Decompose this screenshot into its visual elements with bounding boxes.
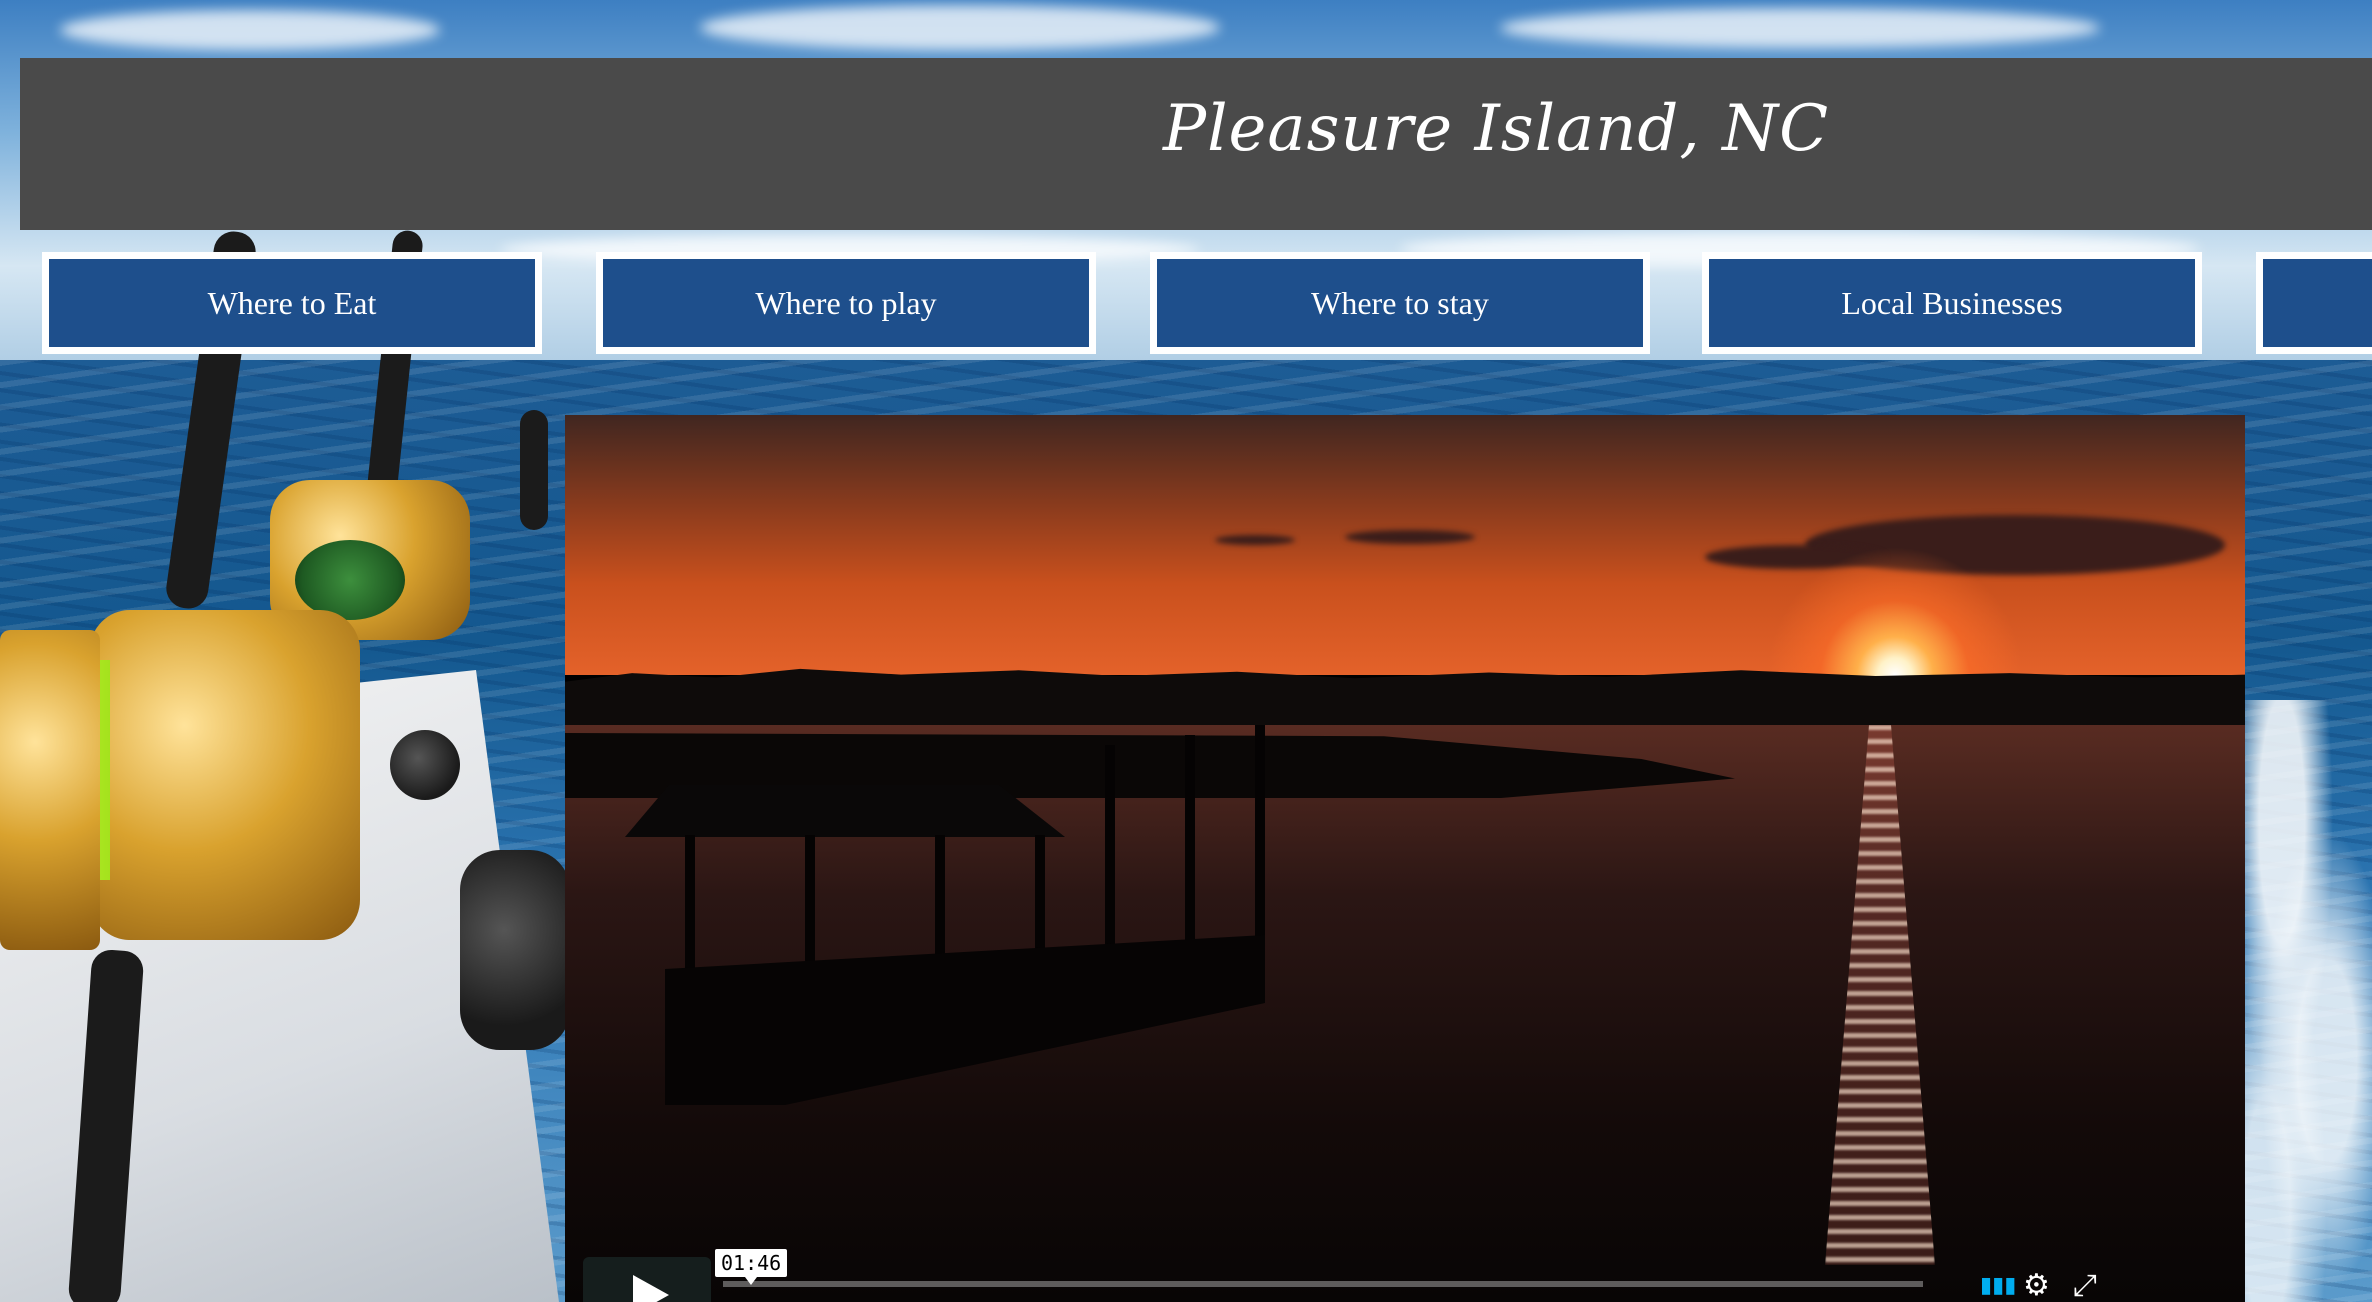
main-nav: Where to Eat Where to play Where to stay… (0, 252, 2372, 368)
play-button[interactable] (583, 1257, 711, 1302)
reel-handle-knob (390, 730, 460, 800)
video-dock-piling (1185, 735, 1195, 975)
nav-where-to-stay[interactable]: Where to stay (1150, 252, 1650, 354)
fishing-reel-image (0, 230, 565, 1302)
background-cloud (1500, 8, 2100, 48)
video-progress-bar[interactable] (723, 1281, 1923, 1287)
reel-body (90, 610, 360, 940)
reel-spool (295, 540, 405, 620)
reel-handle-knob (460, 850, 565, 1050)
gear-icon[interactable]: ⚙ (2023, 1271, 2050, 1301)
video-dock-piling (1255, 725, 1265, 955)
video-cloud (1215, 535, 1295, 545)
video-timecode: 01:46 (715, 1249, 788, 1285)
video-dock-roof (625, 785, 1065, 837)
nav-where-to-eat[interactable]: Where to Eat (42, 252, 542, 354)
reel-body (0, 630, 100, 950)
fishing-rod (520, 410, 548, 530)
video-controls: 01:46 ▮▮▮ ⚙ ⤢ (583, 1249, 2233, 1302)
volume-icon[interactable]: ▮▮▮ (1980, 1271, 2016, 1301)
play-icon (633, 1275, 669, 1302)
nav-where-to-play[interactable]: Where to play (596, 252, 1096, 354)
background-cloud (60, 10, 440, 50)
page-title: Pleasure Island, NC (1163, 92, 1830, 166)
nav-local-businesses[interactable]: Local Businesses (1702, 252, 2202, 354)
site-header: Pleasure Island, NC (20, 58, 2372, 230)
fullscreen-icon[interactable]: ⤢ (2073, 1271, 2097, 1301)
background-cloud (700, 5, 1220, 50)
nav-item-partial[interactable] (2256, 252, 2372, 354)
video-cloud (1345, 530, 1475, 544)
video-player[interactable]: 01:46 ▮▮▮ ⚙ ⤢ (565, 415, 2245, 1302)
